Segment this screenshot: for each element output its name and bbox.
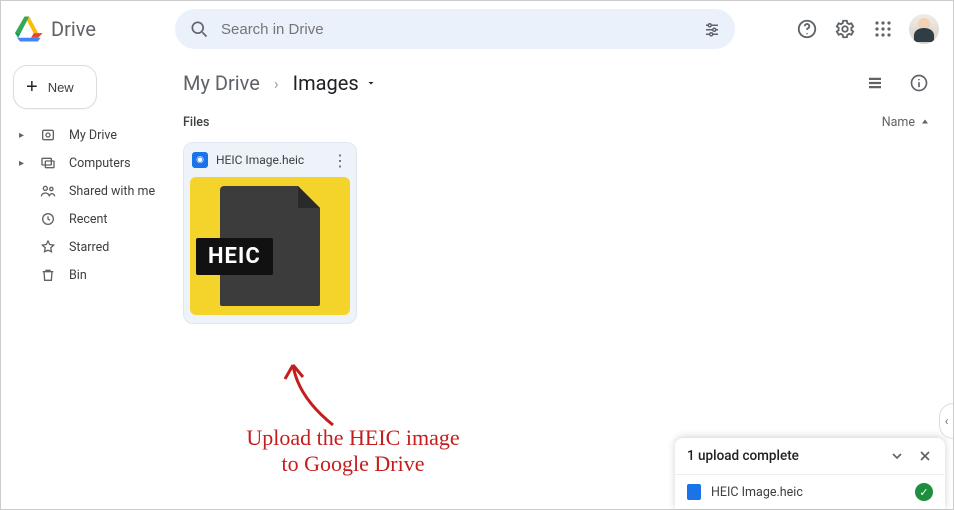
section-label: Files [183, 115, 209, 130]
bin-icon [39, 266, 57, 284]
sidebar-item-computers[interactable]: ▸ Computers [13, 149, 165, 177]
sidebar-item-label: Computers [69, 156, 131, 171]
sidebar-item-label: Recent [69, 212, 108, 227]
upload-toast: 1 upload complete HEIC Image.heic ✓ [675, 438, 945, 509]
clock-icon [39, 210, 57, 228]
settings-icon[interactable] [833, 17, 857, 41]
search-input[interactable] [219, 20, 693, 39]
sidebar-item-recent[interactable]: Recent [13, 205, 165, 233]
toast-header: 1 upload complete [675, 438, 945, 474]
sidebar-item-bin[interactable]: Bin [13, 261, 165, 289]
sidebar-item-label: Shared with me [69, 184, 155, 199]
file-icon [687, 484, 701, 500]
help-icon[interactable] [795, 17, 819, 41]
layout-toggle-icon[interactable] [863, 71, 887, 95]
toast-title: 1 upload complete [687, 448, 799, 464]
search-icon [189, 19, 209, 39]
details-icon[interactable] [907, 71, 931, 95]
header: Drive [1, 1, 953, 57]
close-icon[interactable] [917, 448, 933, 464]
file-card[interactable]: ◉ HEIC Image.heic ⋮ HEIC [183, 142, 357, 324]
chevron-right-icon: › [274, 74, 279, 93]
success-check-icon: ✓ [915, 483, 933, 501]
apps-icon[interactable] [871, 17, 895, 41]
arrow-up-icon [919, 117, 931, 129]
chevron-down-icon[interactable] [889, 448, 905, 464]
header-actions [775, 14, 939, 44]
sidebar-item-my-drive[interactable]: ▸ My Drive [13, 121, 165, 149]
annotation-text: Upload the HEIC image to Google Drive [203, 425, 503, 478]
toast-file-name: HEIC Image.heic [711, 485, 803, 500]
sidebar-item-shared[interactable]: Shared with me [13, 177, 165, 205]
chevron-right-icon: ▸ [19, 158, 27, 169]
file-badge: HEIC [196, 238, 273, 275]
section-header: Files Name [183, 115, 931, 130]
account-avatar[interactable] [909, 14, 939, 44]
new-button[interactable]: + New [13, 65, 97, 109]
caret-down-icon [365, 77, 377, 89]
tune-icon[interactable] [703, 20, 721, 38]
sidebar: + New ▸ My Drive ▸ Computers Shared with… [1, 57, 173, 509]
chevron-right-icon: ▸ [19, 130, 27, 141]
computers-icon [39, 154, 57, 172]
drive-logo-icon [15, 15, 43, 43]
plus-icon: + [26, 77, 38, 97]
annotation-arrow [243, 357, 363, 437]
sidebar-item-starred[interactable]: Starred [13, 233, 165, 261]
sidebar-item-label: My Drive [69, 128, 117, 143]
logo[interactable]: Drive [15, 15, 175, 43]
side-panel-toggle[interactable]: ‹ [939, 403, 953, 439]
more-icon[interactable]: ⋮ [332, 151, 348, 170]
file-name: HEIC Image.heic [216, 153, 304, 167]
sidebar-item-label: Starred [69, 240, 109, 255]
file-thumbnail: HEIC [190, 177, 350, 315]
breadcrumb-current[interactable]: Images [293, 71, 377, 95]
app-name: Drive [51, 17, 96, 41]
breadcrumb-root[interactable]: My Drive [183, 71, 260, 95]
sort-control[interactable]: Name [882, 115, 931, 130]
file-header: ◉ HEIC Image.heic ⋮ [184, 143, 356, 177]
shared-icon [39, 182, 57, 200]
breadcrumb: My Drive › Images [183, 61, 931, 105]
drive-icon [39, 126, 57, 144]
new-button-label: New [48, 80, 74, 95]
file-type-icon: ◉ [192, 152, 208, 168]
search-bar[interactable] [175, 9, 735, 49]
sidebar-item-label: Bin [69, 268, 87, 283]
toast-file-row[interactable]: HEIC Image.heic ✓ [675, 474, 945, 509]
star-icon [39, 238, 57, 256]
